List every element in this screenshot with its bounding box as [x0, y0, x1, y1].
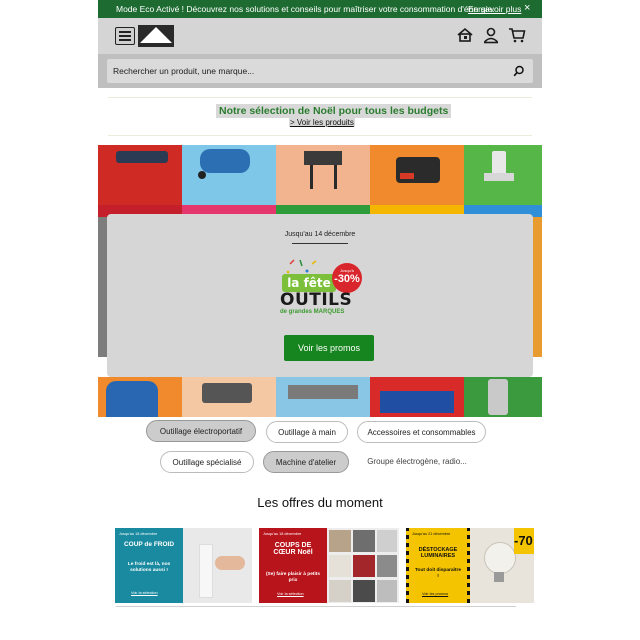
hand-image: [215, 556, 245, 570]
gift-image: [353, 530, 375, 552]
fete-line2: OUTILS: [280, 290, 353, 310]
radiator-image: [199, 544, 213, 598]
offer-panel: Jusqu'au 21 décembre DÉSTOCKAGE LUMINAIR…: [406, 528, 470, 603]
gift-image: [353, 580, 375, 602]
eco-mode-message: Mode Eco Activé ! Découvrez nos solution…: [116, 4, 495, 14]
offer-title: DÉSTOCKAGE LUMINAIRES: [418, 547, 458, 559]
promo-card: Jusqu'au 14 décembre la fête Jusqu'à -30…: [107, 214, 533, 377]
scroll-indicator: [116, 606, 516, 607]
promo-title: Notre sélection de Noël pour tous les bu…: [216, 104, 452, 118]
offer-date: Jusqu'au 18 décembre: [119, 532, 158, 536]
eco-mode-link[interactable]: En savoir plus: [468, 4, 521, 14]
promo-link[interactable]: > Voir les produits: [289, 118, 355, 127]
stripe: [467, 528, 470, 603]
search-input[interactable]: Rechercher un produit, une marque...: [107, 59, 533, 83]
gift-image: [329, 580, 351, 602]
fete-line3: de grandes MARQUES: [280, 309, 345, 315]
search-icon[interactable]: [513, 65, 525, 77]
gift-image: [377, 555, 397, 577]
gift-image: [353, 555, 375, 577]
gift-image: [329, 530, 351, 552]
discount-badge: -70: [514, 528, 534, 554]
account-icon[interactable]: [482, 26, 500, 44]
fete-des-outils-logo: la fête Jusqu'à -30% OUTILS de grandes M…: [280, 258, 370, 318]
color-band: [98, 217, 107, 357]
color-band: [533, 217, 542, 357]
light-bulb-image: [484, 542, 516, 574]
site-header: [98, 18, 542, 54]
category-chip[interactable]: Groupe électrogène, radio...: [360, 451, 474, 471]
offer-card[interactable]: Jusqu'au 18 décembre COUPS DE CŒUR Noël …: [259, 528, 399, 603]
product-tile: [182, 377, 276, 417]
product-tile: [182, 145, 276, 205]
offer-subtitle: Tout doit disparaître !: [414, 568, 461, 579]
see-promos-button[interactable]: Voir les promos: [284, 335, 374, 361]
offer-card[interactable]: Jusqu'au 18 décembre COUP de FROID Le fr…: [115, 528, 252, 603]
category-chip[interactable]: Machine d'atelier: [263, 451, 349, 473]
discount-badge: Jusqu'à -30%: [332, 263, 362, 293]
menu-icon[interactable]: [115, 27, 135, 45]
gift-image: [377, 530, 397, 552]
offer-title: COUP de FROID: [123, 541, 175, 548]
offer-date: Jusqu'au 21 décembre: [412, 532, 451, 536]
product-tile: [276, 145, 370, 205]
category-chip[interactable]: Outillage spécialisé: [160, 451, 254, 473]
stripe: [406, 528, 409, 603]
eco-mode-banner: Mode Eco Activé ! Découvrez nos solution…: [98, 0, 542, 18]
product-tile: [464, 145, 542, 205]
offer-subtitle: (Se) faire plaisir à petits prix: [265, 572, 321, 583]
product-tile: [98, 145, 182, 205]
offer-link[interactable]: Voir la sélection: [131, 591, 158, 595]
product-tile: [370, 377, 464, 417]
offer-title: COUPS DE CŒUR Noël: [273, 542, 313, 557]
offer-link[interactable]: Voir les promos: [422, 592, 448, 596]
product-tile: [276, 377, 370, 417]
search-bar: Rechercher un produit, une marque...: [98, 54, 542, 88]
leroy-merlin-logo[interactable]: [138, 25, 174, 47]
category-chip[interactable]: Accessoires et consommables: [357, 421, 486, 443]
offer-subtitle: Le froid est là, nos solutions aussi !: [127, 562, 171, 573]
home-icon[interactable]: [456, 26, 474, 44]
offer-panel: Jusqu'au 18 décembre COUP de FROID Le fr…: [115, 528, 183, 603]
category-chip[interactable]: Outillage à main: [266, 421, 348, 443]
close-icon[interactable]: ×: [524, 2, 530, 14]
promo-date: Jusqu'au 14 décembre: [284, 231, 356, 238]
light-bulb-image: [494, 572, 504, 582]
search-placeholder: Rechercher un produit, une marque...: [113, 66, 255, 76]
divider: [108, 135, 532, 136]
page-frame: Mode Eco Activé ! Découvrez nos solution…: [98, 0, 542, 640]
product-tile: [464, 377, 542, 417]
offer-link[interactable]: Voir la sélection: [277, 592, 304, 596]
promo-banner[interactable]: Jusqu'au 14 décembre la fête Jusqu'à -30…: [98, 145, 542, 417]
discount-value: -30%: [334, 273, 360, 285]
divider: [292, 243, 348, 244]
product-tile: [370, 145, 464, 205]
offer-date: Jusqu'au 18 décembre: [263, 532, 302, 536]
cart-icon[interactable]: [508, 26, 526, 44]
offers-title: Les offres du moment: [257, 495, 383, 510]
offer-panel: Jusqu'au 18 décembre COUPS DE CŒUR Noël …: [259, 528, 327, 603]
offer-card[interactable]: Jusqu'au 21 décembre DÉSTOCKAGE LUMINAIR…: [406, 528, 534, 603]
gift-image: [377, 580, 397, 602]
product-tile: [98, 377, 182, 417]
category-chip[interactable]: Outillage électroportatif: [146, 420, 256, 442]
gift-image: [329, 555, 351, 577]
divider: [108, 97, 532, 98]
